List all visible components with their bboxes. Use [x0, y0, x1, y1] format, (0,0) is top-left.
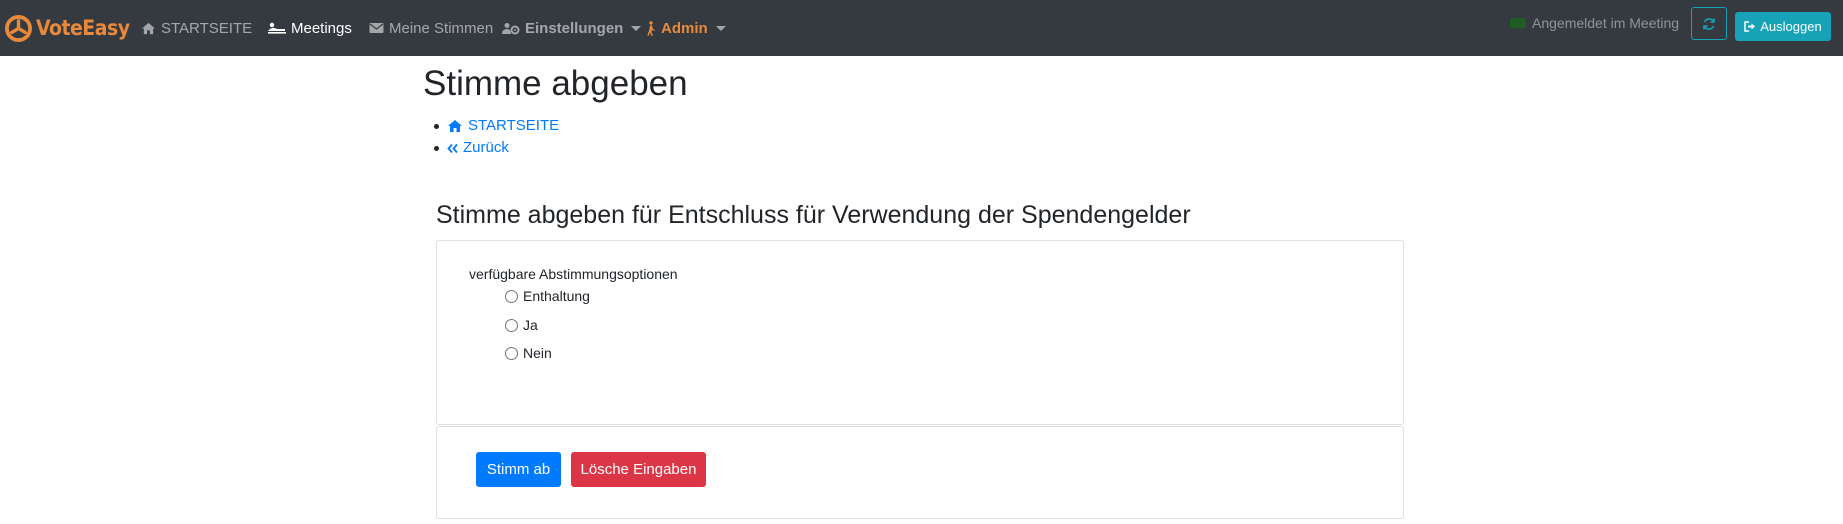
- navbar: VoteEasy STARTSEITE Meetings Meine Stimm…: [0, 0, 1843, 56]
- breadcrumb-item: STARTSEITE: [433, 115, 559, 137]
- breadcrumb-startseite-label: STARTSEITE: [468, 117, 560, 134]
- nav-meetings-label: Meetings: [291, 19, 352, 37]
- breadcrumb-startseite-link[interactable]: STARTSEITE: [447, 115, 559, 137]
- nav-startseite[interactable]: STARTSEITE: [141, 18, 252, 38]
- option-enthaltung[interactable]: Enthaltung: [505, 288, 590, 304]
- nav-meetings[interactable]: Meetings: [268, 18, 352, 38]
- walking-person-icon: [647, 20, 655, 36]
- radio-enthaltung[interactable]: [505, 289, 518, 303]
- logout-label: Ausloggen: [1760, 19, 1822, 34]
- breadcrumb-item: Zurück: [433, 137, 559, 159]
- nav-meine-stimmen[interactable]: Meine Stimmen: [369, 18, 493, 38]
- clear-inputs-button[interactable]: Lösche Eingaben: [571, 452, 706, 487]
- option-ja-label: Ja: [523, 317, 538, 333]
- option-ja[interactable]: Ja: [505, 317, 538, 333]
- breadcrumb: STARTSEITE Zurück: [433, 115, 559, 159]
- section-title: Stimme abgeben für Entschluss für Verwen…: [436, 201, 1191, 229]
- home-icon: [448, 120, 462, 132]
- sign-out-icon: [1744, 21, 1756, 32]
- voteeasy-logo-icon: [5, 14, 32, 42]
- nav-startseite-label: STARTSEITE: [161, 19, 253, 37]
- page-title: Stimme abgeben: [423, 64, 688, 103]
- users-cog-icon: [502, 22, 520, 34]
- nav-admin[interactable]: Admin: [645, 18, 726, 38]
- meeting-status-text: Angemeldet im Meeting: [1532, 15, 1680, 31]
- submit-vote-button[interactable]: Stimm ab: [476, 452, 561, 487]
- breadcrumb-back-link[interactable]: Zurück: [447, 137, 509, 159]
- nav-admin-label: Admin: [661, 19, 708, 37]
- option-nein-label: Nein: [523, 345, 552, 361]
- radio-nein[interactable]: [505, 346, 518, 360]
- nav-einstellungen[interactable]: Einstellungen: [502, 18, 642, 38]
- envelope-icon: [369, 23, 384, 33]
- status-indicator-icon: [1510, 18, 1526, 28]
- vote-options-card: verfügbare Abstimmungsoptionen Enthaltun…: [436, 240, 1404, 425]
- logout-button[interactable]: Ausloggen: [1735, 12, 1831, 41]
- refresh-button[interactable]: [1691, 7, 1727, 40]
- home-icon: [142, 22, 155, 34]
- breadcrumb-back-label: Zurück: [463, 139, 509, 156]
- meeting-icon: [268, 22, 286, 34]
- option-nein[interactable]: Nein: [505, 345, 552, 361]
- option-enthaltung-label: Enthaltung: [523, 288, 590, 304]
- nav-einstellungen-label: Einstellungen: [525, 19, 624, 37]
- actions-card: Stimm ab Lösche Eingaben: [436, 426, 1404, 519]
- chevron-down-icon: [715, 25, 726, 31]
- refresh-icon: [1703, 17, 1715, 30]
- nav-meine-stimmen-label: Meine Stimmen: [389, 19, 494, 37]
- brand-name: VoteEasy: [36, 16, 130, 40]
- double-chevron-left-icon: [447, 143, 458, 153]
- brand[interactable]: VoteEasy: [5, 13, 130, 43]
- meeting-status: Angemeldet im Meeting: [1510, 15, 1679, 31]
- chevron-down-icon: [631, 25, 642, 31]
- options-label: verfügbare Abstimmungsoptionen: [469, 266, 678, 282]
- radio-ja[interactable]: [505, 318, 518, 332]
